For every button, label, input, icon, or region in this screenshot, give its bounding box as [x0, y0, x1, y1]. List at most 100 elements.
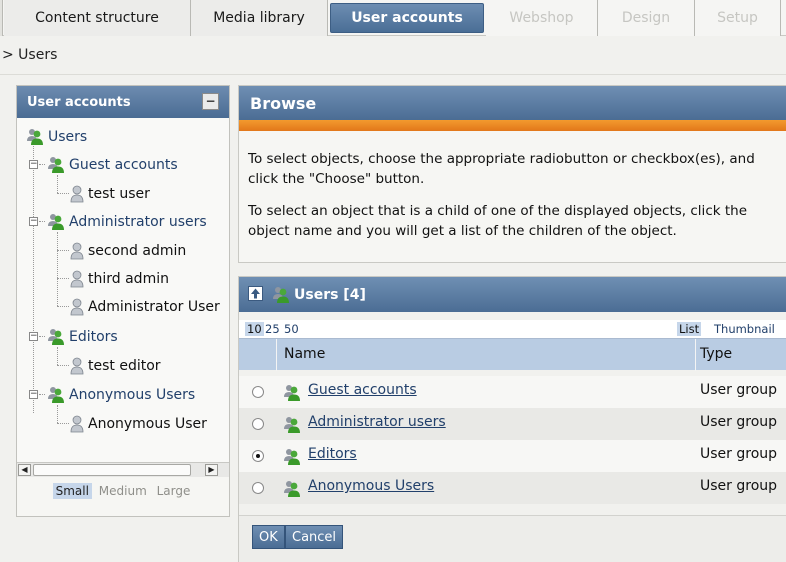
tab-webshop: Webshop [486, 0, 598, 36]
main-tab-bar: Content structure Media library User acc… [0, 0, 786, 36]
tree-node-editors[interactable]: Editors [47, 328, 118, 346]
tree-guide-line [57, 193, 69, 194]
tree-node-label: Users [48, 129, 88, 145]
minimize-panel-button[interactable]: − [202, 93, 219, 110]
user-accounts-panel: User accounts − Users − Guest accounts t… [16, 85, 230, 517]
tree-node-label: test editor [88, 358, 161, 374]
ok-button[interactable]: OK [252, 525, 285, 549]
name-column-header[interactable] [278, 339, 696, 371]
tree-guide-line [57, 306, 69, 307]
users-list-panel: Users [4] 10 25 50 List Thumbnail Name T… [238, 276, 786, 562]
tree-node-guest-accounts[interactable]: Guest accounts [47, 156, 178, 174]
collapse-toggle-icon[interactable]: − [29, 160, 38, 169]
tab-design: Design [598, 0, 695, 36]
tree-node-third-admin[interactable]: third admin [70, 270, 169, 288]
tab-media-library[interactable]: Media library [191, 0, 328, 36]
scroll-left-arrow-icon[interactable]: ◀ [18, 464, 31, 476]
tree-guide-line [57, 405, 58, 423]
tree-node-administrator-users[interactable]: Administrator users [47, 213, 207, 231]
size-medium[interactable]: Medium [96, 483, 150, 499]
row-radio-button[interactable] [252, 482, 264, 494]
view-thumbnail[interactable]: Thumbnail [714, 322, 775, 336]
tab-setup: Setup [695, 0, 781, 36]
cancel-button[interactable]: Cancel [285, 525, 344, 549]
user-group-icon [284, 417, 300, 433]
tree-guide-line [33, 144, 34, 413]
tree-node-anonymous-users[interactable]: Anonymous Users [47, 386, 195, 404]
user-group-icon [284, 449, 300, 465]
list-pager: 10 25 50 List Thumbnail [239, 320, 786, 338]
user-group-icon [273, 286, 289, 303]
tab-bar-edge [0, 0, 3, 36]
scroll-right-arrow-icon[interactable]: ▶ [205, 464, 218, 476]
browse-instructions-2: To select an object that is a child of o… [248, 203, 747, 239]
user-group-icon [48, 214, 64, 230]
row-radio-button[interactable] [252, 386, 264, 398]
tree-node-label: second admin [88, 243, 187, 259]
tree-node-label: Anonymous User [88, 416, 207, 432]
row-radio-button[interactable] [252, 418, 264, 430]
tree-node-label: Anonymous Users [69, 387, 196, 403]
tree-guide-line [39, 164, 45, 165]
collapse-toggle-icon[interactable]: − [29, 390, 38, 399]
tree-node-label: Editors [69, 329, 118, 345]
page-size-10[interactable]: 10 [245, 322, 264, 336]
size-large[interactable]: Large [154, 483, 194, 499]
collapse-toggle-icon[interactable]: − [29, 217, 38, 226]
users-table-header: Name Type [239, 338, 786, 371]
tree-node-test-editor[interactable]: test editor [70, 357, 161, 375]
user-icon [70, 242, 84, 260]
breadcrumb: > Users [2, 47, 58, 63]
tree-guide-line [57, 278, 69, 279]
view-list[interactable]: List [677, 322, 702, 336]
browse-accent-bar [239, 120, 786, 131]
row-radio-button[interactable] [252, 450, 264, 462]
collapse-toggle-icon[interactable]: − [29, 332, 38, 341]
page-size-25[interactable]: 25 [265, 322, 280, 336]
row-name-link[interactable]: Editors [308, 446, 357, 462]
user-accounts-panel-header: User accounts − [17, 86, 229, 118]
tree-node-label: test user [88, 186, 150, 202]
tree-guide-line [39, 394, 45, 395]
tree-guide-line [57, 250, 69, 251]
user-tree: Users − Guest accounts test user − Admin… [17, 118, 229, 462]
user-icon [70, 185, 84, 203]
tree-size-switcher: Small Medium Large [17, 483, 229, 499]
tree-horizontal-scrollbar[interactable]: ◀ ▶ [17, 462, 229, 477]
row-name-link[interactable]: Guest accounts [308, 382, 417, 398]
panel-title: User accounts [27, 94, 131, 110]
user-group-icon [27, 129, 43, 145]
user-group-icon [284, 481, 300, 497]
user-group-icon [48, 157, 64, 173]
select-column-header [239, 339, 277, 371]
user-group-icon [284, 385, 300, 401]
scrollbar-thumb[interactable] [33, 464, 191, 476]
breadcrumb-divider [0, 74, 786, 75]
user-group-icon [48, 329, 64, 345]
browse-title: Browse [239, 86, 786, 120]
tree-node-administrator-user[interactable]: Administrator User [70, 298, 220, 316]
tab-user-accounts[interactable]: User accounts [330, 3, 484, 33]
tree-node-second-admin[interactable]: second admin [70, 242, 186, 260]
tree-node-label: Administrator User [88, 299, 220, 315]
row-type: User group [700, 382, 778, 398]
row-name-link[interactable]: Anonymous Users [308, 478, 434, 494]
user-group-icon [48, 387, 64, 403]
tree-node-test-user[interactable]: test user [70, 185, 150, 203]
table-row: Guest accounts User group [239, 376, 786, 408]
tree-node-users[interactable]: Users [26, 128, 87, 146]
page-size-50[interactable]: 50 [284, 322, 299, 336]
tab-content-structure[interactable]: Content structure [4, 0, 191, 36]
tree-node-anonymous-user[interactable]: Anonymous User [70, 415, 207, 433]
tree-guide-line [57, 365, 69, 366]
parent-up-icon[interactable] [248, 286, 263, 301]
tree-guide-line [39, 221, 45, 222]
user-icon [70, 298, 84, 316]
table-row: Anonymous Users User group [239, 472, 786, 504]
size-small[interactable]: Small [52, 483, 92, 499]
users-list-header: Users [4] [239, 277, 786, 312]
row-name-link[interactable]: Administrator users [308, 414, 446, 430]
tree-guide-line [57, 232, 58, 306]
tree-node-label: Administrator users [69, 214, 207, 230]
user-icon [70, 415, 84, 433]
